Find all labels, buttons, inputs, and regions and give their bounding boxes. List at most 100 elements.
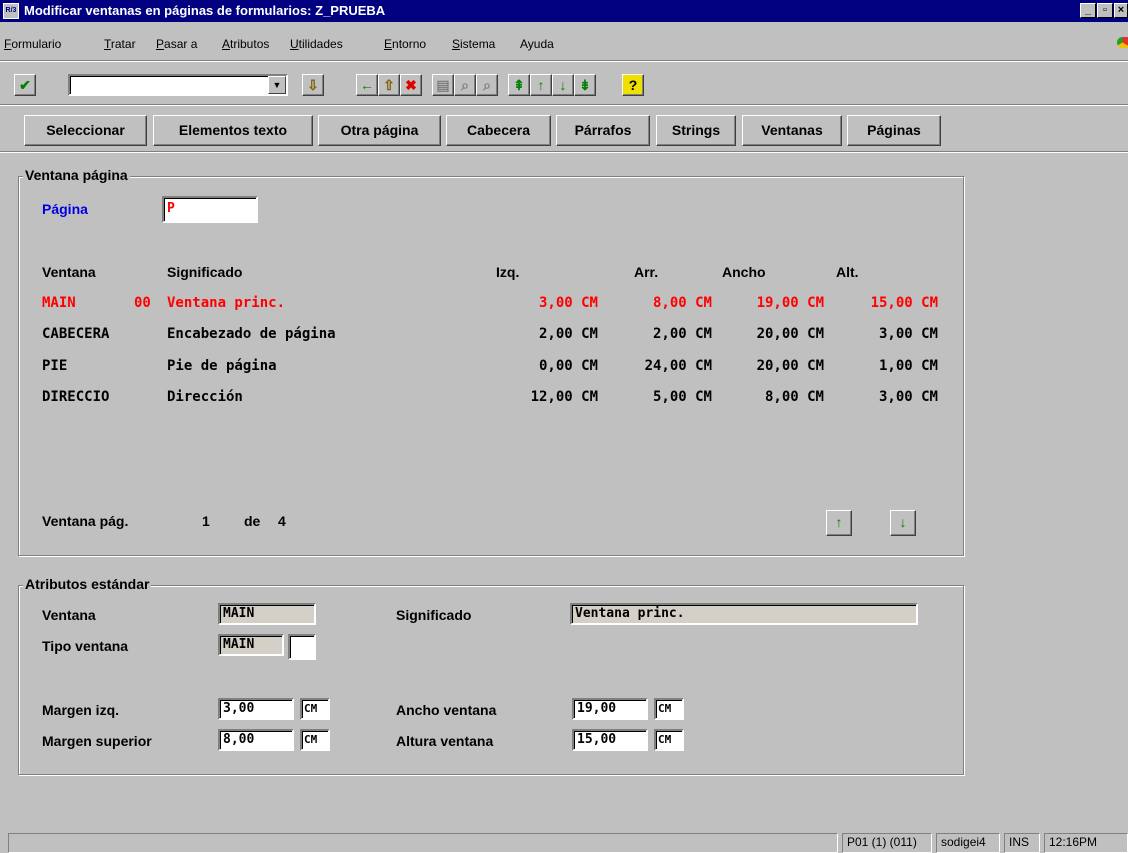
scroll-up-icon[interactable]: ↑ (826, 510, 852, 536)
save-icon[interactable]: ⇩ (302, 74, 324, 96)
maximize-icon[interactable]: ▫ (1097, 3, 1113, 18)
row-window: CABECERA (42, 326, 110, 342)
close-icon[interactable]: × (1114, 3, 1128, 18)
margin-left-label: Margen izq. (42, 702, 120, 718)
page-label: Página (42, 201, 88, 217)
meaning-label: Significado (396, 607, 472, 623)
row-width: 20,00 CM (756, 326, 824, 342)
row-meaning: Ventana princ. (167, 295, 286, 311)
page-field[interactable]: P (162, 196, 258, 223)
seleccionar-button[interactable]: Seleccionar (24, 115, 147, 146)
sap-app-icon[interactable]: R/3 (3, 3, 19, 19)
row-height: 15,00 CM (870, 295, 938, 311)
menu-tratar[interactable]: Tratar (104, 37, 136, 51)
window-type-field: MAIN (218, 634, 284, 656)
status-time: 12:16PM (1044, 833, 1128, 853)
row-meaning: Dirección (167, 389, 243, 405)
row-top: 24,00 CM (644, 358, 712, 374)
status-message (8, 833, 838, 853)
row-height: 3,00 CM (878, 389, 938, 405)
sap-logo-icon (1117, 37, 1128, 48)
otra-pagina-button[interactable]: Otra página (318, 115, 441, 146)
back-icon[interactable]: ← (356, 74, 378, 96)
row-window: DIRECCIO (42, 389, 110, 405)
window-width-field[interactable]: 19,00 (572, 698, 648, 720)
meaning-field: Ventana princ. (570, 603, 918, 625)
col-header-height: Alt. (836, 264, 859, 280)
row-top: 5,00 CM (652, 389, 712, 405)
ventanas-button[interactable]: Ventanas (742, 115, 842, 146)
strings-button[interactable]: Strings (656, 115, 736, 146)
window-label: Ventana (42, 607, 96, 623)
pager-label: Ventana pág. (42, 513, 129, 529)
page-window-group-title: Ventana página (23, 167, 130, 183)
pager-current: 1 (202, 513, 210, 529)
pager-of: de (244, 513, 261, 529)
first-page-icon[interactable]: ⇞ (508, 74, 530, 96)
scroll-down-icon[interactable]: ↓ (890, 510, 916, 536)
row-width: 19,00 CM (756, 295, 824, 311)
col-header-top: Arr. (634, 264, 659, 280)
menu-utilidades[interactable]: Utilidades (290, 37, 343, 51)
divider (0, 151, 1128, 153)
menu-atributos[interactable]: Atributos (222, 37, 269, 51)
pager-total: 4 (278, 513, 286, 529)
window-title: Modificar ventanas en páginas de formula… (24, 3, 386, 18)
last-page-icon[interactable]: ⇟ (574, 74, 596, 96)
row-left: 0,00 CM (538, 358, 598, 374)
col-header-left: Izq. (496, 264, 520, 280)
divider (0, 104, 1128, 106)
command-field[interactable] (68, 74, 288, 96)
menu-ayuda[interactable]: Ayuda (520, 37, 554, 51)
menu-entorno[interactable]: Entorno (384, 37, 426, 51)
margin-top-label: Margen superior (42, 733, 152, 749)
status-mode[interactable]: INS (1004, 833, 1040, 853)
window-height-field[interactable]: 15,00 (572, 729, 648, 751)
margin-left-unit-field[interactable]: CM (300, 698, 330, 720)
title-bar: R/3 Modificar ventanas en páginas de for… (0, 0, 1128, 22)
menu-formulario[interactable]: Formulario (4, 37, 61, 51)
paginas-button[interactable]: Páginas (847, 115, 941, 146)
row-window: PIE (42, 358, 68, 374)
window-width-unit-field[interactable]: CM (654, 698, 684, 720)
cancel-icon[interactable]: ✖ (400, 74, 422, 96)
window-type-extra-field[interactable] (288, 634, 316, 660)
row-height: 1,00 CM (878, 358, 938, 374)
elementos-texto-button[interactable]: Elementos texto (153, 115, 313, 146)
row-left: 2,00 CM (538, 326, 598, 342)
find-next-icon[interactable]: ⌕ (476, 74, 498, 96)
window-width-label: Ancho ventana (396, 702, 497, 718)
margin-top-field[interactable]: 8,00 (218, 729, 294, 751)
chevron-down-icon[interactable]: ▼ (268, 76, 286, 94)
help-icon[interactable]: ? (622, 74, 644, 96)
margin-top-unit-field[interactable]: CM (300, 729, 330, 751)
window-height-label: Altura ventana (396, 733, 494, 749)
prev-page-icon[interactable]: ↑ (530, 74, 552, 96)
window-field: MAIN (218, 603, 316, 625)
next-page-icon[interactable]: ↓ (552, 74, 574, 96)
row-left: 12,00 CM (530, 389, 598, 405)
exit-icon[interactable]: ⇧ (378, 74, 400, 96)
find-icon[interactable]: ⌕ (454, 74, 476, 96)
parrafos-button[interactable]: Párrafos (556, 115, 650, 146)
col-header-meaning: Significado (167, 264, 243, 280)
menu-pasar-a[interactable]: Pasar a (156, 37, 197, 51)
enter-icon[interactable]: ✔ (14, 74, 36, 96)
row-height: 3,00 CM (878, 326, 938, 342)
cabecera-button[interactable]: Cabecera (446, 115, 551, 146)
menu-sistema[interactable]: Sistema (452, 37, 495, 51)
minimize-icon[interactable]: _ (1080, 3, 1096, 18)
row-meaning: Encabezado de página (167, 326, 336, 342)
row-width: 8,00 CM (764, 389, 824, 405)
print-icon[interactable]: ▤ (432, 74, 454, 96)
window-height-unit-field[interactable]: CM (654, 729, 684, 751)
row-meaning: Pie de página (167, 358, 277, 374)
col-header-window: Ventana (42, 264, 96, 280)
col-header-width: Ancho (722, 264, 766, 280)
status-system: P01 (1) (011) (842, 833, 932, 853)
divider (0, 60, 1128, 62)
row-width: 20,00 CM (756, 358, 824, 374)
window-type-label: Tipo ventana (42, 638, 129, 654)
margin-left-field[interactable]: 3,00 (218, 698, 294, 720)
row-top: 8,00 CM (652, 295, 712, 311)
